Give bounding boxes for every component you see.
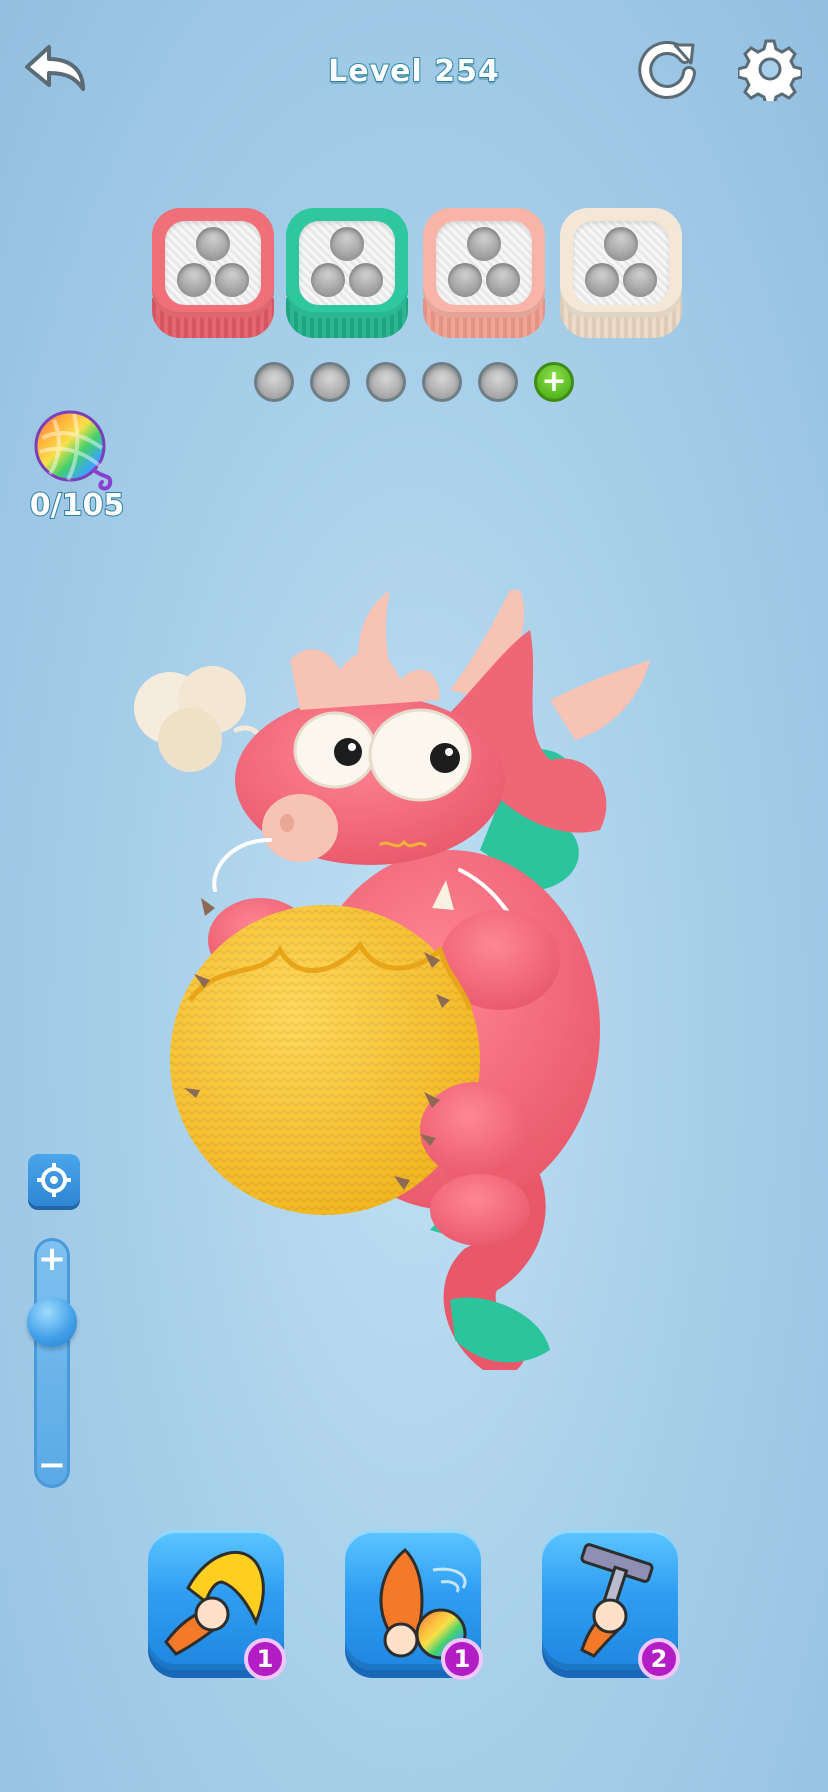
spool-box-tray bbox=[165, 221, 261, 305]
empty-slot bbox=[366, 362, 406, 402]
yarn-throw-booster-count: 1 bbox=[441, 1638, 483, 1680]
spool-box[interactable] bbox=[560, 208, 682, 338]
yarn-progress-count: 0/105 bbox=[29, 487, 125, 524]
rake-booster-button[interactable]: 2 bbox=[542, 1530, 680, 1680]
spool-hole bbox=[196, 227, 230, 261]
spool-hole bbox=[215, 263, 249, 297]
spool-box[interactable] bbox=[423, 208, 545, 338]
gear-icon bbox=[738, 39, 802, 101]
spool-box-lid bbox=[423, 208, 545, 318]
restart-icon bbox=[638, 41, 696, 99]
hook-booster-count: 1 bbox=[244, 1638, 286, 1680]
spool-hole bbox=[311, 263, 345, 297]
yarn-throw-booster-button[interactable]: 1 bbox=[345, 1530, 483, 1680]
restart-button[interactable] bbox=[632, 34, 702, 104]
spool-box-lid bbox=[560, 208, 682, 318]
empty-slot bbox=[422, 362, 462, 402]
spool-hole bbox=[467, 227, 501, 261]
recenter-button[interactable] bbox=[28, 1154, 80, 1206]
cloud-puff bbox=[134, 666, 262, 772]
spool-hole bbox=[585, 263, 619, 297]
empty-slot bbox=[254, 362, 294, 402]
spool-box-lid bbox=[152, 208, 274, 318]
plus-icon: + bbox=[541, 364, 567, 399]
spool-hole bbox=[330, 227, 364, 261]
zoom-slider-knob[interactable] bbox=[27, 1296, 77, 1347]
level-title: Level 254 bbox=[327, 53, 500, 90]
hook-booster-button[interactable]: 1 bbox=[148, 1530, 286, 1680]
add-slot-button[interactable]: + bbox=[534, 362, 574, 402]
crosshair-icon bbox=[37, 1163, 71, 1197]
spool-box[interactable] bbox=[152, 208, 274, 338]
spool-box-lid bbox=[286, 208, 408, 318]
rake-booster-count: 2 bbox=[638, 1638, 680, 1680]
spool-hole bbox=[349, 263, 383, 297]
spool-box-tray bbox=[436, 221, 532, 305]
zoom-in-button[interactable]: + bbox=[34, 1242, 70, 1276]
settings-button[interactable] bbox=[735, 34, 805, 104]
knitted-dragon-model[interactable] bbox=[120, 590, 680, 1370]
spool-hole bbox=[623, 263, 657, 297]
spool-hole bbox=[448, 263, 482, 297]
yarn-ball-icon bbox=[34, 410, 113, 491]
spool-hole bbox=[486, 263, 520, 297]
spool-box-tray bbox=[573, 221, 669, 305]
spool-hole bbox=[604, 227, 638, 261]
empty-slot bbox=[310, 362, 350, 402]
spool-box-tray bbox=[299, 221, 395, 305]
spool-hole bbox=[177, 263, 211, 297]
empty-slot bbox=[478, 362, 518, 402]
spool-box[interactable] bbox=[286, 208, 408, 338]
zoom-out-button[interactable]: − bbox=[34, 1448, 70, 1482]
